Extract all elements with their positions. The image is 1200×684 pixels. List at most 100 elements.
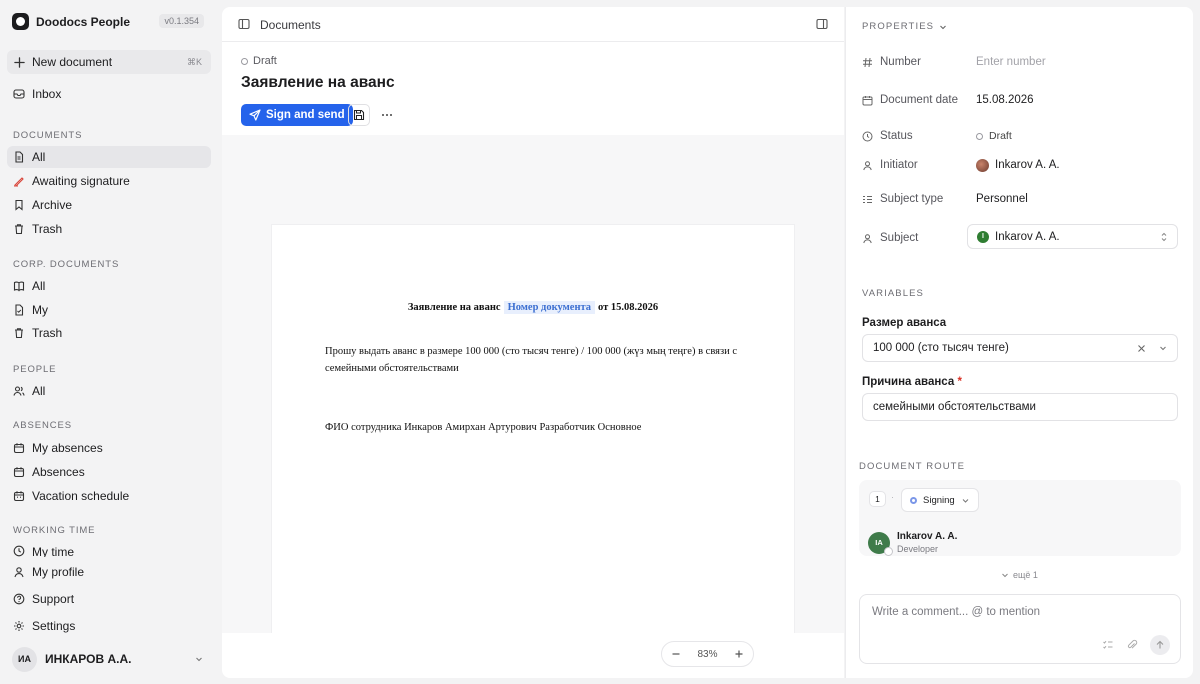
comment-input[interactable]: Write a comment... @ to mention	[872, 606, 1040, 618]
zoom-control: 83%	[661, 641, 754, 667]
field-actions	[1137, 343, 1168, 353]
document-icon	[15, 151, 24, 163]
variable-document-number[interactable]: Номер документа	[503, 301, 596, 314]
advance-amount-label: Размер аванса	[862, 317, 947, 329]
list-icon	[863, 195, 872, 203]
sidebar-item-label: All	[32, 279, 46, 293]
document-editor: Documents Draft Заявление на аванс Sign …	[222, 7, 844, 678]
step-number: 1	[869, 491, 886, 507]
section-working-time: WORKING TIME	[13, 525, 96, 536]
sidebar-item-my-absences[interactable]: My absences	[7, 437, 211, 459]
sidebar-item-corp-my[interactable]: My	[7, 299, 211, 321]
calendar-icon	[13, 467, 25, 478]
document-canvas[interactable]: Заявление на аванс Номер документа от 15.0…	[222, 135, 844, 633]
section-people: PEOPLE	[13, 364, 57, 375]
sidebar-item-awaiting-signature[interactable]: Awaiting signature	[7, 170, 211, 192]
avatar: I	[977, 230, 989, 243]
chevron-down-icon	[940, 25, 946, 29]
sidebar-item-my-time[interactable]: My time	[7, 541, 211, 557]
property-status: Status Draft	[862, 126, 1178, 146]
show-more-route-button[interactable]: ещё 1	[1001, 570, 1038, 580]
chevron-down-icon[interactable]	[1158, 343, 1168, 353]
sidebar-item-documents-trash[interactable]: Trash	[7, 218, 211, 240]
sidebar-item-label: My profile	[32, 565, 85, 579]
advance-reason-text: Причина аванса	[862, 376, 955, 388]
zoom-level: 83%	[697, 648, 718, 660]
number-input[interactable]: Enter number	[976, 56, 1046, 68]
comment-box[interactable]: Write a comment... @ to mention	[859, 594, 1181, 664]
user-icon	[863, 233, 872, 243]
sidebar-item-settings[interactable]: Settings	[7, 615, 211, 637]
sidebar-item-corp-all[interactable]: All	[7, 275, 211, 297]
panel-toggle-icon[interactable]	[816, 18, 828, 30]
properties-panel: PROPERTIES Number Enter number Document …	[845, 7, 1193, 678]
participant-info: Inkarov A. A. Developer	[897, 531, 957, 554]
sidebar-item-support[interactable]: Support	[7, 588, 211, 610]
sidebar-item-label: My	[32, 303, 48, 317]
property-document-date: Document date 15.08.2026	[862, 90, 1178, 110]
user-menu[interactable]: ИА ИНКАРОВ А.А.	[12, 646, 208, 672]
status-value: Draft	[989, 130, 1012, 142]
new-document-button[interactable]: New document ⌘K	[7, 50, 211, 74]
sidebar-item-vacation-schedule[interactable]: Vacation schedule	[7, 485, 211, 507]
status-dot-icon	[976, 132, 983, 140]
clock-icon	[862, 131, 873, 141]
status-badge-icon	[884, 546, 893, 556]
property-subject-type: Subject type Personnel	[862, 189, 1178, 209]
property-initiator: Initiator Inkarov A. A.	[862, 155, 1178, 175]
subject-select[interactable]: I Inkarov A. A.	[967, 224, 1178, 249]
shortcut-hint: ⌘K	[186, 56, 202, 67]
required-mark: *	[957, 376, 962, 388]
paperclip-icon[interactable]	[1126, 639, 1138, 651]
save-button[interactable]	[348, 104, 370, 126]
sidebar-item-label: Absences	[32, 465, 85, 479]
properties-title: PROPERTIES	[862, 21, 935, 32]
brand[interactable]: Doodocs People	[12, 13, 130, 30]
subject-type-value[interactable]: Personnel	[976, 193, 1028, 205]
sidebar-item-people-all[interactable]: All	[7, 380, 211, 402]
advance-amount-select[interactable]: 100 000 (сто тысяч тенге)	[862, 334, 1178, 362]
sidebar-item-inbox[interactable]: Inbox	[7, 83, 211, 105]
zoom-in-button[interactable]	[734, 649, 744, 659]
sidebar-item-archive[interactable]: Archive	[7, 194, 211, 216]
sidebar-item-documents-all[interactable]: All	[7, 146, 211, 168]
subject-type-label: Subject type	[880, 193, 944, 205]
number-label: Number	[880, 56, 921, 68]
sidebar-item-label: Settings	[32, 619, 76, 633]
sidebar-item-my-profile[interactable]: My profile	[7, 561, 211, 583]
properties-toggle[interactable]: PROPERTIES	[862, 21, 947, 32]
document-date-label: Document date	[880, 94, 958, 106]
document-date-value[interactable]: 15.08.2026	[976, 94, 1034, 106]
step-separator: ·	[891, 492, 894, 502]
participant-name: Inkarov A. A.	[897, 531, 958, 542]
arrow-up-icon	[1156, 640, 1164, 649]
send-comment-button[interactable]	[1150, 635, 1170, 655]
book-icon	[13, 281, 25, 292]
sidebar-item-label: Vacation schedule	[32, 489, 130, 503]
plus-icon	[735, 650, 743, 658]
zoom-out-button[interactable]	[671, 649, 681, 659]
subject-value: Inkarov A. A.	[995, 230, 1060, 243]
breadcrumb[interactable]: Documents	[260, 18, 321, 32]
step-type-select[interactable]: Signing	[901, 488, 979, 512]
checklist-icon[interactable]	[1102, 639, 1114, 651]
subject-label: Subject	[880, 232, 919, 244]
sidebar-toggle-icon[interactable]	[238, 18, 250, 30]
advance-reason-input[interactable]: семейными обстоятельствами	[862, 393, 1178, 421]
sign-and-send-button[interactable]: Sign and send	[241, 104, 353, 126]
initiator-value[interactable]: Inkarov A. A.	[976, 158, 1060, 172]
sidebar-item-absences[interactable]: Absences	[7, 461, 211, 483]
section-absences: ABSENCES	[13, 420, 72, 431]
document-page[interactable]: Заявление на аванс Номер документа от 15.0…	[272, 225, 794, 633]
close-icon[interactable]	[1137, 344, 1146, 353]
route-participant[interactable]: IA Inkarov A. A. Developer	[868, 531, 957, 556]
sidebar-item-label: Trash	[32, 326, 63, 340]
status-text: Draft	[253, 55, 277, 67]
avatar-initials: IA	[875, 538, 883, 547]
avatar	[976, 158, 989, 172]
sidebar-item-corp-trash[interactable]: Trash	[7, 322, 211, 344]
page-title[interactable]: Заявление на аванс	[241, 74, 395, 92]
more-actions-button[interactable]	[376, 104, 398, 126]
chevron-down-icon	[1002, 573, 1008, 578]
chevron-updown-icon	[196, 657, 202, 662]
